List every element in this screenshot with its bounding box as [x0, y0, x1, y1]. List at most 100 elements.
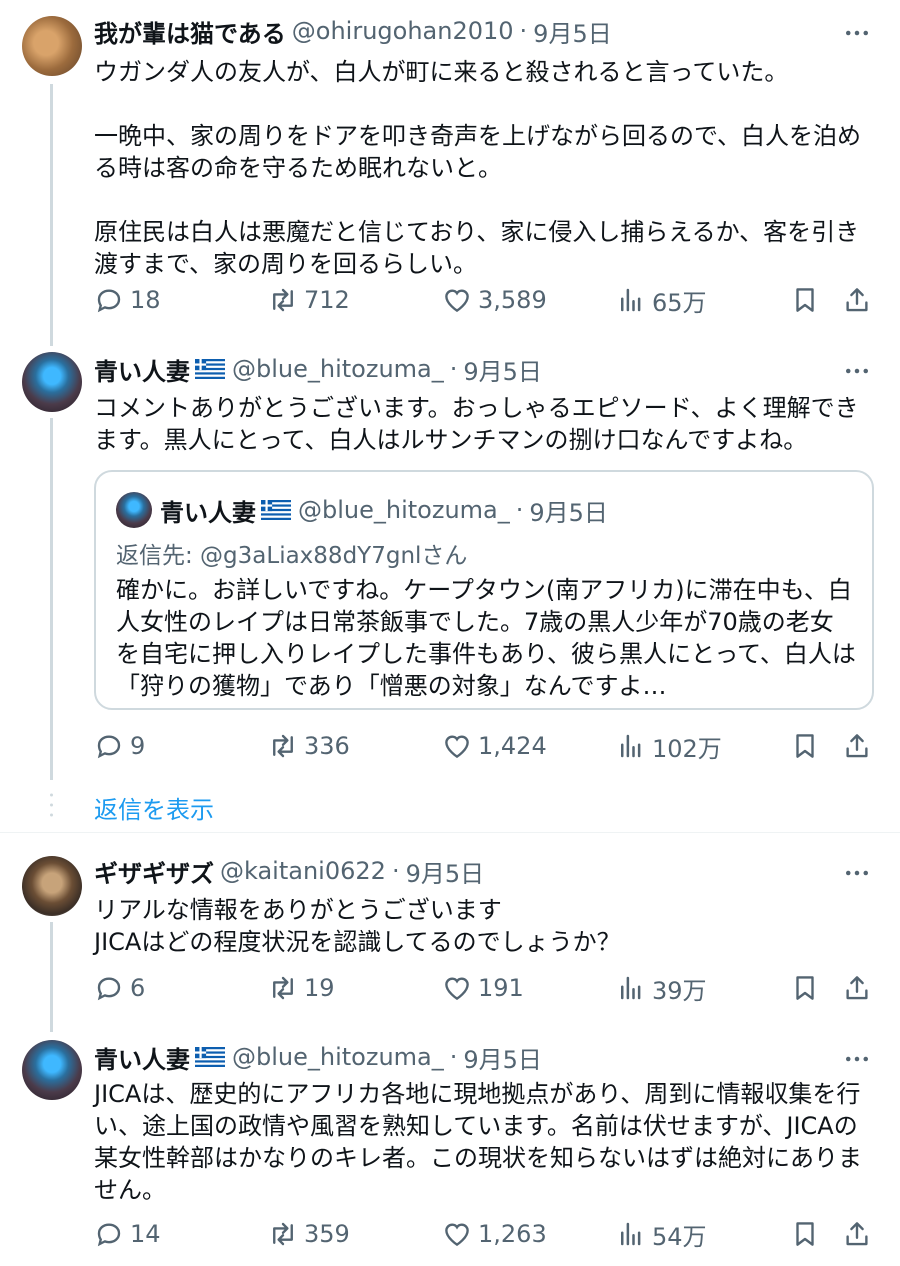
view-count: 65万	[652, 288, 707, 317]
bookmark-button[interactable]	[790, 970, 826, 1006]
tweet-header: 我が輩は猫である @ohirugohan2010 · 9月5日	[94, 14, 612, 48]
more-icon[interactable]	[842, 18, 872, 48]
reply-count: 6	[130, 974, 146, 1002]
retweet-button[interactable]: 712	[268, 282, 350, 318]
timestamp[interactable]: 9月5日	[406, 854, 485, 889]
reply-icon	[94, 1219, 124, 1249]
retweet-count: 712	[304, 286, 350, 314]
retweet-button[interactable]: 19	[268, 970, 335, 1006]
retweet-icon	[268, 285, 298, 315]
tweet-header: ギザギザズ @kaitani0622 · 9月5日	[94, 854, 484, 888]
display-name[interactable]: 青い人妻	[94, 1040, 190, 1075]
separator: ·	[515, 496, 524, 524]
like-icon	[442, 731, 472, 761]
bookmark-icon	[790, 1219, 820, 1249]
views-icon	[616, 1219, 646, 1249]
views-button[interactable]: 102万	[616, 728, 722, 764]
separator: ·	[391, 857, 400, 885]
timestamp[interactable]: 9月5日	[533, 14, 612, 49]
avatar[interactable]	[22, 16, 82, 76]
bookmark-button[interactable]	[790, 282, 826, 318]
reply-button[interactable]: 18	[94, 282, 161, 318]
action-bar: 9 336 1,424 102万	[94, 728, 884, 764]
share-button[interactable]	[842, 282, 878, 318]
retweet-icon	[268, 1219, 298, 1249]
show-replies-link[interactable]: 返信を表示	[94, 790, 214, 825]
reply-button[interactable]: 6	[94, 970, 145, 1006]
timestamp[interactable]: 9月5日	[463, 352, 542, 387]
timestamp[interactable]: 9月5日	[463, 1040, 542, 1075]
display-name[interactable]: 青い人妻	[94, 352, 190, 387]
share-icon	[842, 973, 872, 1003]
more-replies-dots	[50, 793, 53, 817]
share-button[interactable]	[842, 1216, 878, 1252]
reply-to-label: 返信先: @g3aLiax88dY7gnlさん	[116, 543, 468, 569]
bookmark-icon	[790, 731, 820, 761]
bookmark-icon	[790, 973, 820, 1003]
views-icon	[616, 973, 646, 1003]
tweet-header: 青い人妻 @blue_hitozuma_ · 9月5日	[94, 352, 542, 386]
handle[interactable]: @blue_hitozuma_	[232, 1043, 444, 1071]
display-name[interactable]: ギザギザズ	[94, 854, 214, 889]
views-icon	[616, 285, 646, 315]
tweet-text: ウガンダ人の友人が、白人が町に来ると殺されると言っていた。 一晩中、家の周りをド…	[94, 58, 862, 278]
avatar[interactable]	[22, 352, 82, 412]
avatar[interactable]	[22, 856, 82, 916]
timestamp: 9月5日	[529, 498, 608, 527]
views-button[interactable]: 65万	[616, 282, 707, 318]
like-button[interactable]: 191	[442, 970, 524, 1006]
retweet-count: 336	[304, 732, 350, 760]
like-count: 191	[478, 974, 524, 1002]
view-count: 54万	[652, 1222, 707, 1251]
display-name[interactable]: 我が輩は猫である	[94, 14, 286, 49]
views-button[interactable]: 54万	[616, 1216, 707, 1252]
tweet-text: JICAは、歴史的にアフリカ各地に現地拠点があり、周到に情報収集を行い、途上国の…	[94, 1080, 862, 1204]
like-button[interactable]: 3,589	[442, 282, 547, 318]
like-icon	[442, 285, 472, 315]
retweet-count: 19	[304, 974, 335, 1002]
thread-line	[50, 84, 53, 346]
divider	[0, 832, 900, 833]
reply-count: 9	[130, 732, 146, 760]
bookmark-button[interactable]	[790, 728, 826, 764]
reply-icon	[94, 973, 124, 1003]
reply-button[interactable]: 9	[94, 728, 145, 764]
display-name: 青い人妻	[160, 498, 256, 527]
bookmark-button[interactable]	[790, 1216, 826, 1252]
reply-count: 18	[130, 286, 161, 314]
reply-count: 14	[130, 1220, 161, 1248]
views-button[interactable]: 39万	[616, 970, 707, 1006]
retweet-count: 359	[304, 1220, 350, 1248]
quote-text: 確かに。お詳しいですね。ケープタウン(南アフリカ)に滞在中も、白人女性のレイプは…	[116, 576, 856, 700]
like-icon	[442, 973, 472, 1003]
handle[interactable]: @ohirugohan2010	[292, 17, 514, 45]
like-button[interactable]: 1,263	[442, 1216, 547, 1252]
share-button[interactable]	[842, 728, 878, 764]
action-bar: 14 359 1,263 54万	[94, 1216, 884, 1252]
avatar[interactable]	[22, 1040, 82, 1100]
share-button[interactable]	[842, 970, 878, 1006]
thread-line	[50, 418, 53, 780]
thread-line	[50, 922, 53, 1032]
like-count: 1,424	[478, 732, 547, 760]
more-icon[interactable]	[842, 1044, 872, 1074]
avatar	[116, 492, 152, 528]
share-icon	[842, 1219, 872, 1249]
quote-header: 青い人妻 @blue_hitozuma_ · 9月5日	[160, 492, 608, 528]
quoted-tweet[interactable]: 青い人妻 @blue_hitozuma_ · 9月5日 返信先: @g3aLia…	[94, 470, 874, 710]
more-icon[interactable]	[842, 356, 872, 386]
greek-flag-icon	[194, 1047, 226, 1067]
action-bar: 6 19 191 39万	[94, 970, 884, 1006]
retweet-icon	[268, 731, 298, 761]
like-button[interactable]: 1,424	[442, 728, 547, 764]
like-icon	[442, 1219, 472, 1249]
handle[interactable]: @blue_hitozuma_	[232, 355, 444, 383]
greek-flag-icon	[194, 359, 226, 379]
retweet-button[interactable]: 336	[268, 728, 350, 764]
handle: @blue_hitozuma_	[298, 496, 510, 524]
handle[interactable]: @kaitani0622	[220, 857, 386, 885]
view-count: 102万	[652, 734, 722, 763]
more-icon[interactable]	[842, 858, 872, 888]
reply-button[interactable]: 14	[94, 1216, 161, 1252]
retweet-button[interactable]: 359	[268, 1216, 350, 1252]
